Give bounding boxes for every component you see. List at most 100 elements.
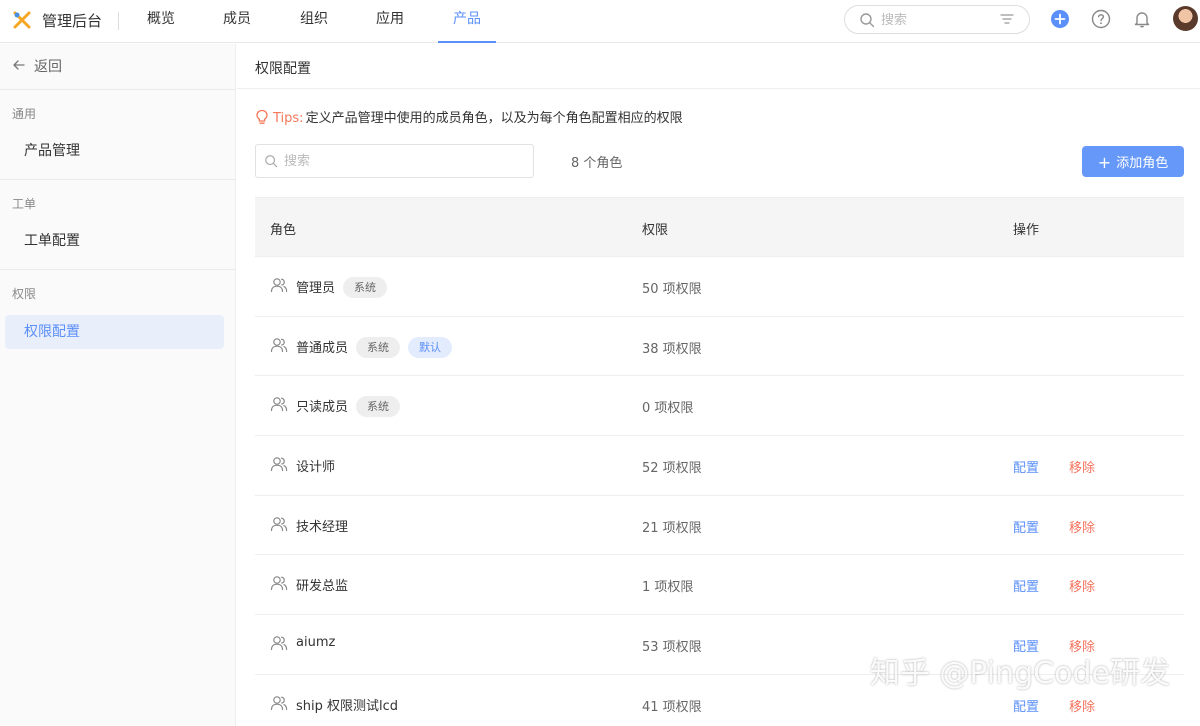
configure-link[interactable]: 配置 [1013, 696, 1039, 715]
role-search-input[interactable] [284, 151, 524, 171]
remove-link[interactable]: 移除 [1069, 696, 1095, 715]
role-name: 只读成员 [296, 400, 349, 416]
tips-label: Tips: [273, 111, 304, 126]
user-avatar[interactable] [1173, 6, 1198, 31]
watermark-text: 知乎 @PingCode研发 [869, 656, 1170, 691]
global-search[interactable] [844, 5, 1030, 34]
tips-text: 定义产品管理中使用的成员角色，以及为每个角色配置相应的权限 [305, 111, 683, 126]
role-name-cell: ship 权限测试lcd [296, 695, 398, 714]
table-row[interactable]: 研发总监 1 项权限 配置 移除 [255, 555, 1184, 616]
permission-count: 41 项权限 [642, 699, 702, 715]
role-name: 管理员 [296, 281, 336, 296]
column-header-role: 角色 [270, 223, 297, 238]
role-name-cell: 研发总监 [296, 575, 348, 594]
role-tag: 默认 [408, 336, 453, 358]
role-name-cell: 管理员 系统 [296, 277, 388, 298]
user-group-icon [270, 397, 288, 412]
roles-table: 角色 权限 操作 管理员 系统 50 项权限 普通成员 系统 默认 38 项权限 只读成员 系统… [255, 197, 1184, 726]
table-header: 角色 权限 操作 [255, 197, 1184, 257]
search-icon [265, 155, 278, 168]
nav-divider [118, 12, 119, 30]
title-divider [237, 88, 1200, 89]
nav-tab-overview[interactable]: 概览 [136, 0, 186, 43]
role-tag: 系统 [343, 277, 388, 298]
sidebar-item-product-management[interactable]: 产品管理 [5, 134, 224, 168]
nav-tab-products[interactable]: 产品 [438, 0, 496, 43]
arrow-left-icon [13, 60, 25, 70]
permission-count: 21 项权限 [642, 520, 702, 536]
filter-icon[interactable] [1000, 13, 1014, 27]
table-row[interactable]: 设计师 52 项权限 配置 移除 [255, 436, 1184, 496]
role-name: 普通成员 [296, 340, 349, 356]
role-search[interactable] [255, 144, 534, 178]
configure-link[interactable]: 配置 [1013, 517, 1039, 536]
sidebar-item-ticket-config[interactable]: 工单配置 [5, 224, 224, 258]
top-navigation-bar: 管理后台 概览 成员 组织 应用 产品 [0, 0, 1200, 43]
table-row[interactable]: 技术经理 21 项权限 配置 移除 [255, 496, 1184, 556]
user-group-icon [270, 516, 288, 531]
permission-count: 1 项权限 [642, 580, 694, 596]
tips-banner: Tips: 定义产品管理中使用的成员角色，以及为每个角色配置相应的权限 [255, 107, 683, 126]
permission-count: 38 项权限 [642, 341, 702, 357]
role-name-cell: 技术经理 [296, 516, 348, 535]
role-tag: 系统 [356, 336, 401, 358]
add-role-button[interactable]: + 添加角色 [1082, 146, 1184, 177]
add-circle-icon[interactable] [1050, 9, 1070, 29]
column-header-permission: 权限 [642, 223, 669, 238]
permission-count: 50 项权限 [642, 282, 702, 297]
role-name-cell: 只读成员 系统 [296, 396, 401, 418]
permission-count: 52 项权限 [642, 461, 702, 477]
main-content: 权限配置 Tips: 定义产品管理中使用的成员角色，以及为每个角色配置相应的权限 … [237, 44, 1200, 726]
role-name: 研发总监 [296, 579, 349, 595]
role-name: aiumz [296, 635, 336, 651]
table-row[interactable]: 只读成员 系统 0 项权限 [255, 376, 1184, 437]
lightbulb-icon [256, 109, 268, 124]
sidebar-group-ticket: 工单 [12, 197, 37, 211]
role-name: 技术经理 [296, 519, 349, 535]
nav-tab-members[interactable]: 成员 [212, 0, 262, 43]
column-header-action: 操作 [1013, 223, 1040, 238]
sidebar-divider [0, 269, 236, 270]
user-group-icon [270, 636, 288, 651]
user-group-icon [270, 576, 288, 591]
configure-link[interactable]: 配置 [1013, 457, 1039, 476]
search-icon [860, 13, 875, 28]
sidebar-divider [0, 89, 236, 90]
configure-link[interactable]: 配置 [1013, 576, 1039, 595]
nav-tab-apps[interactable]: 应用 [365, 0, 415, 43]
sidebar-divider [0, 179, 236, 180]
role-name-cell: 设计师 [296, 456, 335, 475]
role-name: 设计师 [296, 460, 336, 476]
user-group-icon [270, 278, 288, 293]
sidebar-group-permission: 权限 [12, 287, 37, 301]
sidebar-group-general: 通用 [12, 107, 37, 121]
remove-link[interactable]: 移除 [1069, 517, 1095, 536]
permission-count: 0 项权限 [642, 401, 694, 417]
user-group-icon [270, 457, 288, 472]
role-tag: 系统 [356, 396, 401, 418]
role-name-cell: aiumz [296, 635, 335, 650]
user-group-icon [270, 696, 288, 710]
role-name: ship 权限测试lcd [296, 698, 399, 714]
table-row[interactable]: 普通成员 系统 默认 38 项权限 [255, 317, 1184, 377]
app-logo-icon [13, 11, 31, 29]
help-icon[interactable] [1091, 9, 1111, 29]
global-search-input[interactable] [881, 10, 991, 30]
bell-icon[interactable] [1132, 9, 1152, 29]
page-title: 权限配置 [255, 61, 311, 77]
back-button[interactable]: 返回 [12, 56, 62, 76]
back-label: 返回 [34, 59, 62, 75]
add-role-label: 添加角色 [1116, 155, 1169, 171]
remove-link[interactable]: 移除 [1069, 576, 1095, 595]
app-title: 管理后台 [42, 12, 103, 30]
table-row[interactable]: 管理员 系统 50 项权限 [255, 257, 1184, 317]
permission-count: 53 项权限 [642, 640, 702, 656]
sidebar-item-permission-config[interactable]: 权限配置 [5, 315, 224, 349]
plus-icon: + [1097, 152, 1112, 172]
nav-tab-organization[interactable]: 组织 [289, 0, 339, 43]
user-group-icon [270, 337, 288, 352]
role-name-cell: 普通成员 系统 默认 [296, 336, 453, 358]
remove-link[interactable]: 移除 [1069, 457, 1095, 476]
role-count: 8 个角色 [571, 156, 623, 171]
sidebar: 返回 通用 产品管理 工单 工单配置 权限 权限配置 [0, 44, 236, 726]
